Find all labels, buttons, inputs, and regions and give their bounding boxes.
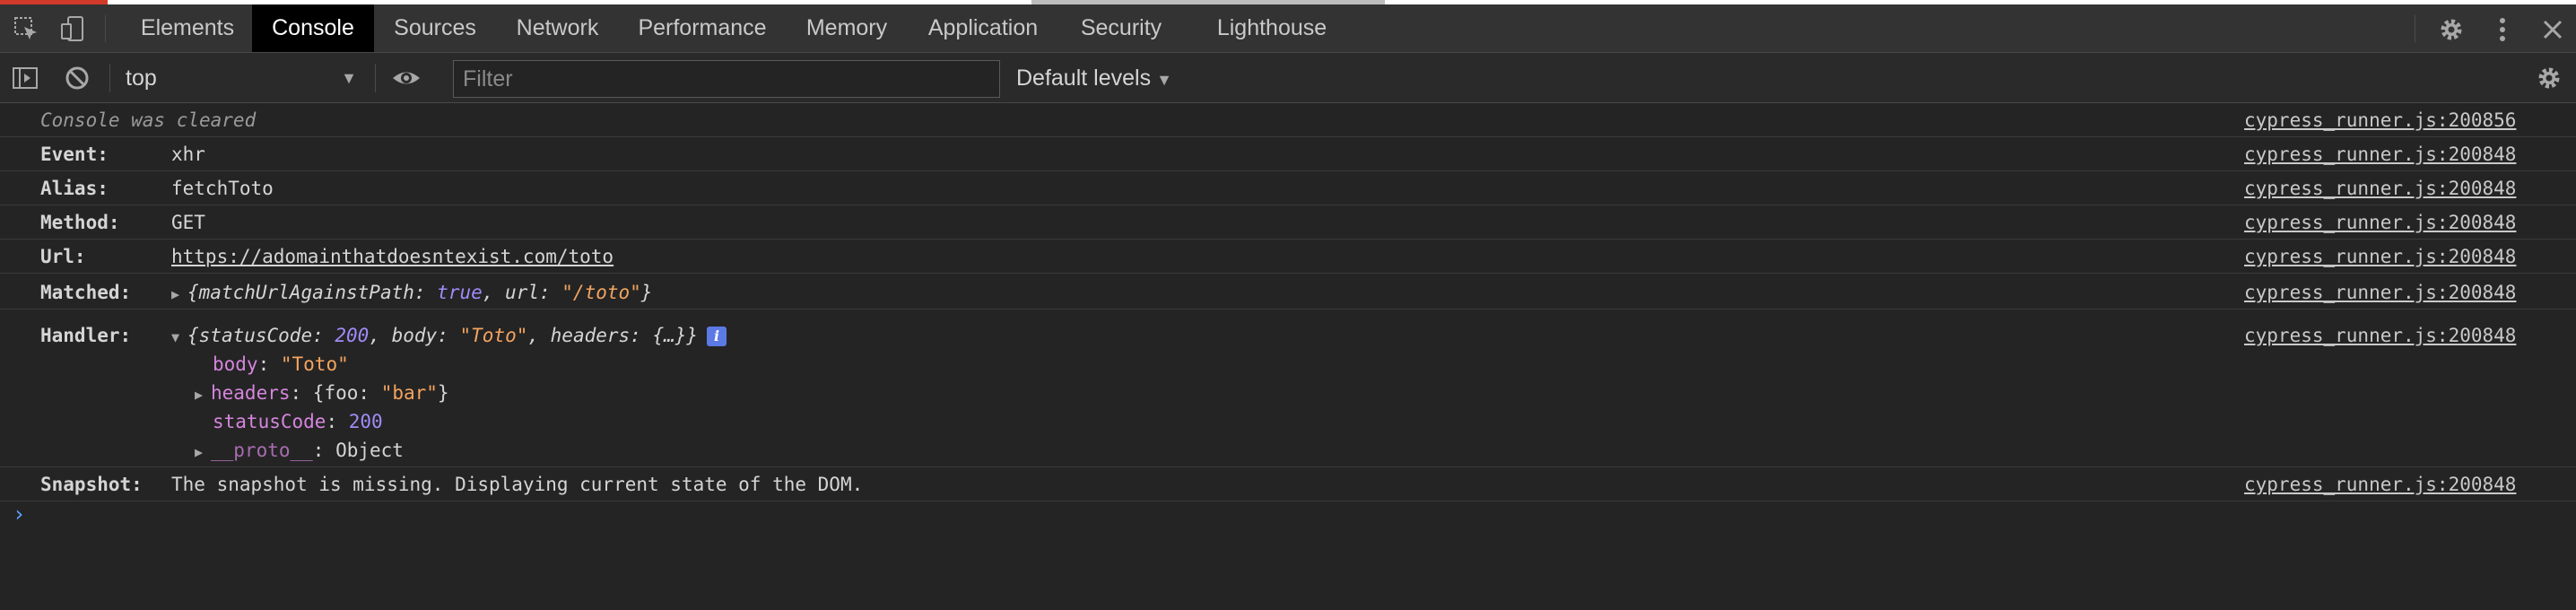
body-value: "Toto" <box>280 353 349 375</box>
tab-performance[interactable]: Performance <box>620 4 785 52</box>
matched-key-2: url <box>505 282 539 303</box>
console-settings-gear-icon[interactable] <box>2535 64 2563 92</box>
handler-body-prop: body: "Toto" <box>213 353 349 375</box>
source-link[interactable]: cypress_runner.js:200848 <box>2244 325 2516 346</box>
source-link[interactable]: cypress_runner.js:200848 <box>2244 474 2516 495</box>
context-value: top <box>126 65 157 91</box>
source-link[interactable]: cypress_runner.js:200856 <box>2244 109 2516 131</box>
tab-application[interactable]: Application <box>909 4 1057 52</box>
source-link[interactable]: cypress_runner.js:200848 <box>2244 246 2516 267</box>
body-key: body <box>213 353 258 375</box>
matched-key-1: matchUrlAgainstPath <box>198 282 414 303</box>
tab-network[interactable]: Network <box>496 4 619 52</box>
console-message-handler: Handler: ▼ {statusCode: 200, body: "Toto"… <box>0 309 2576 467</box>
caret-down-icon: ▼ <box>341 69 357 87</box>
context-selector[interactable]: top ▼ <box>126 60 361 96</box>
handler-key-3: headers <box>550 325 631 346</box>
handler-val-2: "Toto" <box>459 325 528 346</box>
source-link[interactable]: cypress_runner.js:200848 <box>2244 282 2516 303</box>
tab-console[interactable]: Console <box>252 4 374 52</box>
handler-label: Handler: <box>40 325 132 346</box>
headers-key: headers <box>211 382 291 404</box>
console-message-matched: Matched: ▶ {matchUrlAgainstPath: true, ur… <box>0 274 2576 309</box>
console-message-cleared: Console was cleared cypress_runner.js:20… <box>0 103 2576 137</box>
clear-console-icon[interactable] <box>63 64 91 92</box>
matched-val-2: "/toto" <box>561 282 641 303</box>
snapshot-value: The snapshot is missing. Displaying curr… <box>171 474 864 495</box>
console-message-url: Url: https://adomainthatdoesntexist.com/… <box>0 240 2576 274</box>
statuscode-key: statusCode <box>213 411 326 432</box>
source-link[interactable]: cypress_runner.js:200848 <box>2244 178 2516 199</box>
show-sidebar-icon[interactable] <box>11 64 39 92</box>
close-icon[interactable] <box>2538 15 2567 44</box>
source-link[interactable]: cypress_runner.js:200848 <box>2244 212 2516 233</box>
matched-val-1: true <box>437 282 483 303</box>
event-value: xhr <box>171 144 205 165</box>
cleared-text: Console was cleared <box>40 109 257 131</box>
expand-triangle-icon[interactable]: ▶ <box>195 387 211 403</box>
console-toolbar: top ▼ Default levels▼ <box>0 53 2576 103</box>
info-badge-icon[interactable]: i <box>707 327 727 346</box>
kebab-menu-icon[interactable] <box>2488 15 2517 44</box>
alias-value: fetchToto <box>171 178 274 199</box>
url-label: Url: <box>40 246 86 267</box>
log-levels-label: Default levels <box>1016 65 1152 91</box>
event-label: Event: <box>40 144 109 165</box>
console-message-event: Event: xhr cypress_runner.js:200848 <box>0 137 2576 171</box>
alias-label: Alias: <box>40 178 109 199</box>
matched-label: Matched: <box>40 282 132 303</box>
method-label: Method: <box>40 212 120 233</box>
devtools-tabbar: Elements Console Sources Network Perform… <box>0 4 2576 53</box>
tab-sources[interactable]: Sources <box>375 4 495 52</box>
headers-inner-key: foo <box>324 382 359 404</box>
handler-headers-prop[interactable]: ▶ headers: {foo: "bar"} <box>195 382 449 404</box>
tab-memory[interactable]: Memory <box>786 4 908 52</box>
console-message-alias: Alias: fetchToto cypress_runner.js:20084… <box>0 171 2576 205</box>
device-toolbar-icon[interactable] <box>59 15 86 42</box>
console-message-snapshot: Snapshot: The snapshot is missing. Displ… <box>0 467 2576 501</box>
tab-security[interactable]: Security <box>1058 4 1184 52</box>
matched-object[interactable]: ▶ {matchUrlAgainstPath: true, url: "/toto… <box>171 282 652 303</box>
expand-triangle-icon[interactable]: ▶ <box>171 286 187 302</box>
toolbar-separator-2 <box>375 64 376 92</box>
handler-proto-prop[interactable]: ▶ __proto__: Object <box>195 440 404 461</box>
tab-elements[interactable]: Elements <box>124 4 251 52</box>
console-prompt-caret-icon[interactable]: › <box>13 501 25 527</box>
handler-key-1: statusCode <box>198 325 313 346</box>
tab-lighthouse[interactable]: Lighthouse <box>1193 4 1351 52</box>
handler-key-2: body <box>391 325 438 346</box>
source-link[interactable]: cypress_runner.js:200848 <box>2244 144 2516 165</box>
toolbar-separator <box>109 64 110 92</box>
handler-val-3: {…} <box>652 325 687 346</box>
handler-statuscode-prop: statusCode: 200 <box>213 411 383 432</box>
headers-inner-value: "bar" <box>380 382 438 404</box>
console-message-method: Method: GET cypress_runner.js:200848 <box>0 205 2576 240</box>
log-levels-dropdown[interactable]: Default levels ▼ <box>1016 60 1172 96</box>
handler-object-summary[interactable]: ▼ {statusCode: 200, body: "Toto", headers… <box>171 325 727 346</box>
url-link[interactable]: https://adomainthatdoesntexist.com/toto <box>171 246 614 267</box>
tabbar-separator <box>105 15 106 42</box>
filter-input[interactable] <box>453 60 1000 98</box>
expand-triangle-icon[interactable]: ▶ <box>195 444 211 460</box>
live-expression-eye-icon[interactable] <box>391 64 420 92</box>
method-value: GET <box>171 212 205 233</box>
proto-key: __proto__ <box>211 440 313 461</box>
snapshot-label: Snapshot: <box>40 474 143 495</box>
caret-down-icon: ▼ <box>1156 71 1172 89</box>
proto-value: Object <box>335 440 404 461</box>
gear-icon[interactable] <box>2437 15 2466 44</box>
statuscode-value: 200 <box>348 411 383 432</box>
handler-val-1: 200 <box>335 325 370 346</box>
collapse-triangle-icon[interactable]: ▼ <box>171 329 187 345</box>
inspect-element-icon[interactable] <box>13 15 39 42</box>
